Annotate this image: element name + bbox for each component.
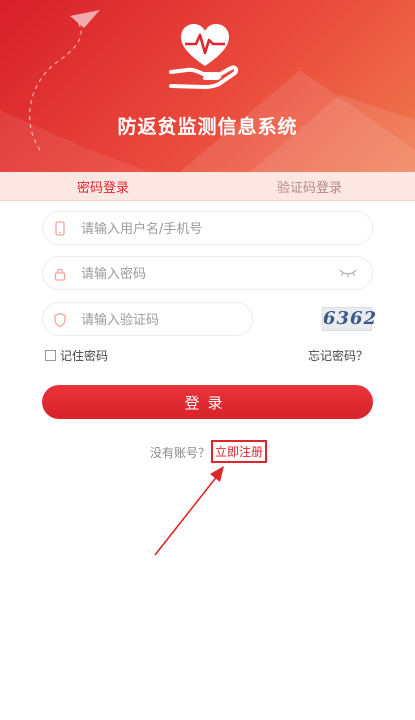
register-link[interactable]: 立即注册 [211, 440, 268, 463]
app-title: 防返贫监测信息系统 [117, 116, 298, 138]
remember-password[interactable]: 记住密码 [45, 347, 108, 364]
header-banner: 防返贫监测信息系统 [0, 0, 415, 172]
remember-label: 记住密码 [60, 349, 109, 363]
login-button[interactable]: 登录 [42, 385, 373, 419]
code-field [42, 302, 253, 337]
forgot-password-link[interactable]: 忘记密码？ [308, 347, 368, 364]
code-input[interactable] [79, 303, 243, 337]
tab-code-login[interactable]: 验证码登录 [277, 177, 342, 196]
shield-icon [54, 312, 66, 328]
username-field [42, 211, 373, 246]
captcha-image[interactable]: 6362 [322, 307, 376, 331]
password-field [42, 256, 373, 291]
username-input[interactable] [79, 212, 343, 246]
no-account-text: 没有账号？ [150, 446, 211, 460]
heart-in-hand-icon [169, 24, 239, 89]
paper-plane-icon [70, 10, 100, 28]
remember-checkbox[interactable] [45, 350, 56, 361]
tab-password-login[interactable]: 密码登录 [77, 177, 129, 196]
lock-icon [54, 268, 66, 281]
eye-closed-icon[interactable] [338, 267, 358, 279]
phone-icon [55, 221, 65, 236]
login-tabs: 密码登录 验证码登录 [0, 172, 415, 201]
password-input[interactable] [79, 257, 343, 291]
